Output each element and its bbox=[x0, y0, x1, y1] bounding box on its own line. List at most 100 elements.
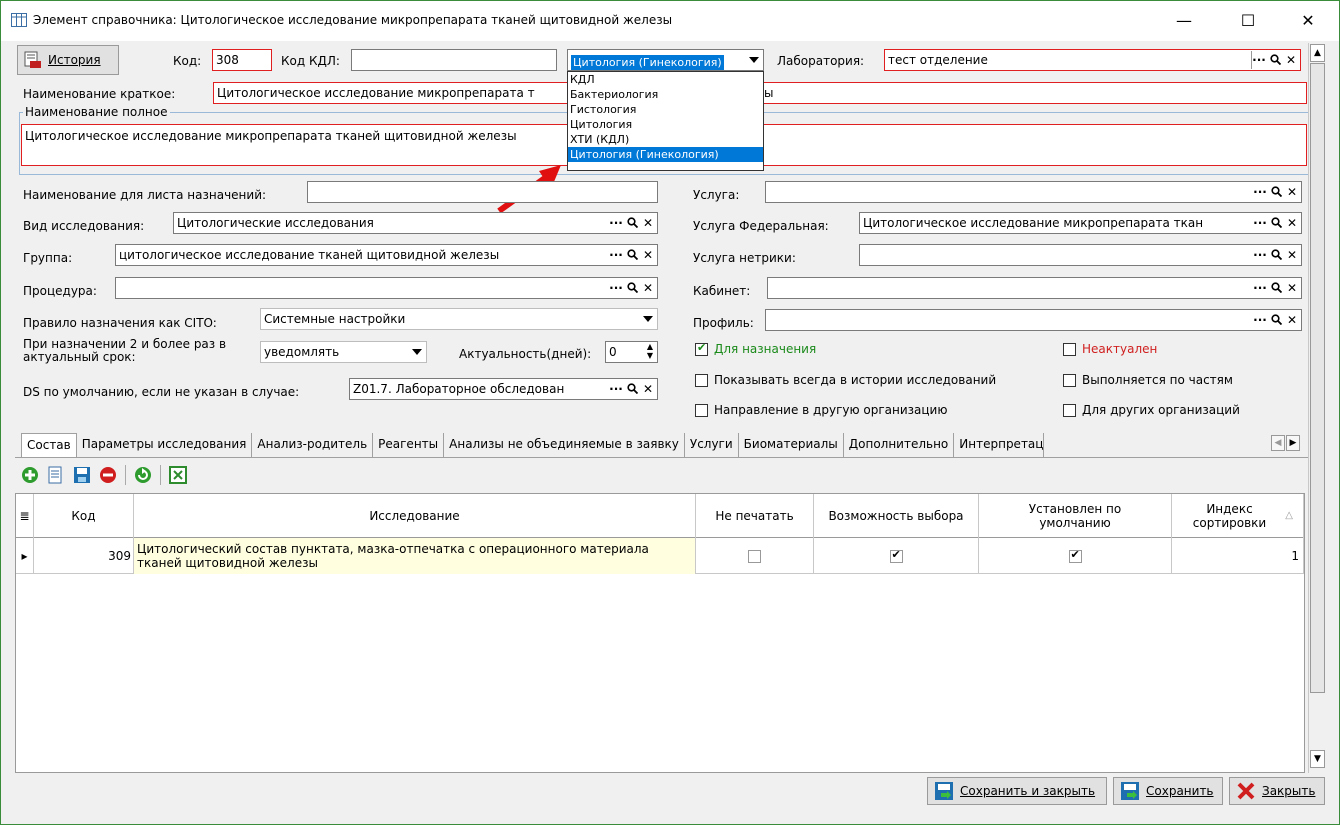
lab-field[interactable]: тест отделение ··· ✕ bbox=[884, 49, 1301, 71]
procedure-field[interactable]: ··· ✕ bbox=[115, 277, 658, 299]
save-close-button[interactable]: Сохранить и закрыть bbox=[927, 777, 1107, 805]
ellipsis-icon[interactable]: ··· bbox=[609, 246, 623, 264]
tab-biomaterials[interactable]: Биоматериалы bbox=[739, 433, 844, 457]
save-icon[interactable] bbox=[73, 466, 91, 484]
cito-combo[interactable]: Системные настройки bbox=[260, 308, 658, 330]
ellipsis-icon[interactable]: ··· bbox=[1252, 51, 1266, 69]
actuality-spinner[interactable]: 0 ▲ ▼ bbox=[605, 341, 658, 363]
excel-icon[interactable] bbox=[169, 466, 187, 484]
ellipsis-icon[interactable]: ··· bbox=[609, 214, 623, 232]
col-choice[interactable]: Возможность выбора bbox=[814, 494, 979, 538]
sheet-name-field[interactable] bbox=[307, 181, 658, 203]
clear-icon[interactable]: ✕ bbox=[1284, 51, 1298, 69]
for-other-orgs-checkbox[interactable]: Для других организаций bbox=[1063, 403, 1240, 417]
tab-parent-analysis[interactable]: Анализ-родитель bbox=[252, 433, 374, 457]
tab-interpretation[interactable]: Интерпретация результата bbox=[954, 433, 1045, 457]
search-icon[interactable] bbox=[1269, 279, 1283, 297]
minimize-button[interactable]: — bbox=[1161, 7, 1207, 35]
vertical-scrollbar[interactable]: ▲ ▼ bbox=[1308, 43, 1326, 773]
dropdown-option[interactable]: КДЛ bbox=[568, 72, 763, 87]
spinner-arrows-icon[interactable]: ▲ ▼ bbox=[647, 342, 653, 360]
search-icon[interactable] bbox=[625, 380, 639, 398]
code-field[interactable]: 308 bbox=[212, 49, 272, 71]
ellipsis-icon[interactable]: ··· bbox=[609, 380, 623, 398]
add-icon[interactable] bbox=[21, 466, 39, 484]
search-icon[interactable] bbox=[1269, 246, 1283, 264]
show-always-checkbox[interactable]: Показывать всегда в истории исследований bbox=[695, 373, 996, 387]
tab-composition[interactable]: Состав bbox=[21, 433, 77, 457]
by-parts-checkbox[interactable]: Выполняется по частям bbox=[1063, 373, 1233, 387]
ellipsis-icon[interactable]: ··· bbox=[1253, 311, 1267, 329]
clear-icon[interactable]: ✕ bbox=[1285, 214, 1299, 232]
refresh-icon[interactable] bbox=[134, 466, 152, 484]
col-code[interactable]: Код bbox=[34, 494, 134, 538]
scroll-left-icon[interactable]: ◀ bbox=[1271, 435, 1285, 451]
close-button[interactable]: Закрыть bbox=[1229, 777, 1325, 805]
tab-reagents[interactable]: Реагенты bbox=[373, 433, 445, 457]
table-row[interactable]: ▸ 309 Цитологический состав пунктата, ма… bbox=[16, 538, 1304, 574]
dropdown-option[interactable]: Гистология bbox=[568, 102, 763, 117]
profile-field[interactable]: ··· ✕ bbox=[765, 309, 1302, 331]
col-research[interactable]: Исследование bbox=[134, 494, 696, 538]
history-button[interactable]: История bbox=[17, 45, 119, 75]
delete-icon[interactable] bbox=[99, 466, 117, 484]
col-sort-index[interactable]: Индекс сортировки △ bbox=[1172, 494, 1304, 538]
save-button[interactable]: Сохранить bbox=[1113, 777, 1223, 805]
ds-field[interactable]: Z01.7. Лабораторное обследован ··· ✕ bbox=[349, 378, 658, 400]
dropdown-option[interactable]: ХТИ (КДЛ) bbox=[568, 132, 763, 147]
clear-icon[interactable]: ✕ bbox=[1285, 279, 1299, 297]
search-icon[interactable] bbox=[1269, 311, 1283, 329]
ellipsis-icon[interactable]: ··· bbox=[1253, 183, 1267, 201]
ellipsis-icon[interactable]: ··· bbox=[609, 279, 623, 297]
cell-no-print[interactable] bbox=[696, 538, 814, 574]
research-type-field[interactable]: Цитологические исследования ··· ✕ bbox=[173, 212, 658, 234]
cabinet-field[interactable]: ··· ✕ bbox=[767, 277, 1302, 299]
scroll-thumb[interactable] bbox=[1310, 63, 1325, 693]
group-field[interactable]: цитологическое исследование тканей щитов… bbox=[115, 244, 658, 266]
cell-choice[interactable] bbox=[814, 538, 979, 574]
dropdown-option-selected[interactable]: Цитология (Гинекология) bbox=[568, 147, 763, 162]
col-default[interactable]: Установлен по умолчанию bbox=[979, 494, 1172, 538]
clear-icon[interactable]: ✕ bbox=[1285, 183, 1299, 201]
search-icon[interactable] bbox=[1269, 183, 1283, 201]
clear-icon[interactable]: ✕ bbox=[641, 380, 655, 398]
clear-icon[interactable]: ✕ bbox=[641, 246, 655, 264]
tab-services[interactable]: Услуги bbox=[685, 433, 739, 457]
dropdown-option[interactable]: Цитология bbox=[568, 117, 763, 132]
clear-icon[interactable]: ✕ bbox=[1285, 246, 1299, 264]
cell-default[interactable] bbox=[979, 538, 1172, 574]
scroll-up-icon[interactable]: ▲ bbox=[1310, 44, 1325, 62]
search-icon[interactable] bbox=[625, 246, 639, 264]
lab-type-combo[interactable]: Цитология (Гинекология) bbox=[567, 49, 764, 71]
clear-icon[interactable]: ✕ bbox=[641, 214, 655, 232]
ellipsis-icon[interactable]: ··· bbox=[1253, 246, 1267, 264]
federal-service-field[interactable]: Цитологическое исследование микропрепара… bbox=[859, 212, 1302, 234]
kdl-code-field[interactable] bbox=[351, 49, 557, 71]
tab-additional[interactable]: Дополнительно bbox=[844, 433, 955, 457]
clear-icon[interactable]: ✕ bbox=[641, 279, 655, 297]
netrika-service-field[interactable]: ··· ✕ bbox=[859, 244, 1302, 266]
close-window-button[interactable]: ✕ bbox=[1285, 7, 1331, 35]
tab-parameters[interactable]: Параметры исследования bbox=[77, 433, 253, 457]
repeat-combo[interactable]: уведомлять bbox=[260, 341, 427, 363]
ellipsis-icon[interactable]: ··· bbox=[1253, 214, 1267, 232]
scroll-down-icon[interactable]: ▼ bbox=[1310, 750, 1325, 768]
clear-icon[interactable]: ✕ bbox=[1285, 311, 1299, 329]
scroll-right-icon[interactable]: ▶ bbox=[1286, 435, 1300, 451]
service-field[interactable]: ··· ✕ bbox=[765, 181, 1302, 203]
grid-menu-icon[interactable]: ≣ bbox=[16, 494, 34, 538]
edit-document-icon[interactable] bbox=[47, 466, 65, 484]
tab-non-combinable[interactable]: Анализы не объединяемые в заявку bbox=[444, 433, 685, 457]
ellipsis-icon[interactable]: ··· bbox=[1253, 279, 1267, 297]
dropdown-option[interactable]: Бактериология bbox=[568, 87, 763, 102]
search-icon[interactable] bbox=[625, 279, 639, 297]
obsolete-checkbox[interactable]: Неактуален bbox=[1063, 342, 1157, 356]
search-icon[interactable] bbox=[1268, 51, 1282, 69]
other-org-checkbox[interactable]: Направление в другую организацию bbox=[695, 403, 947, 417]
for-assign-checkbox[interactable]: Для назначения bbox=[695, 341, 816, 356]
maximize-button[interactable]: ☐ bbox=[1225, 7, 1271, 35]
search-icon[interactable] bbox=[625, 214, 639, 232]
search-icon[interactable] bbox=[1269, 214, 1283, 232]
col-no-print[interactable]: Не печатать bbox=[696, 494, 814, 538]
lab-type-dropdown[interactable]: КДЛ Бактериология Гистология Цитология Х… bbox=[567, 71, 764, 171]
